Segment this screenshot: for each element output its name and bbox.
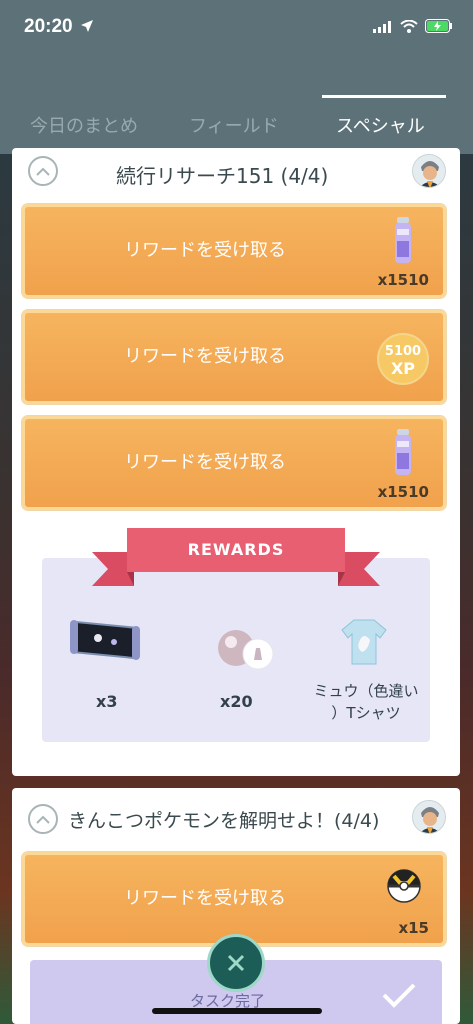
- app-header: 今日のまとめ フィールド スペシャル: [0, 56, 473, 154]
- tab-field[interactable]: フィールド: [189, 112, 279, 138]
- reward-quantity: x15: [398, 919, 429, 937]
- professor-avatar: [412, 154, 446, 188]
- reward-item-quantity: x3: [96, 692, 118, 711]
- claim-reward-label: リワードを受け取る: [124, 888, 286, 909]
- professor-avatar: [412, 800, 446, 834]
- signal-icon: [373, 18, 393, 37]
- card-title: 続行リサーチ151 (4/4): [116, 164, 329, 188]
- checkmark-icon: [382, 982, 416, 1012]
- battery-charging-icon: [425, 18, 453, 37]
- pokeball-icon: [216, 626, 278, 676]
- status-bar: 20:20: [0, 0, 473, 56]
- reward-item-name: ミュウ（色違い: [313, 682, 419, 700]
- close-icon: [227, 954, 245, 972]
- tab-label: フィールド: [189, 116, 279, 137]
- tshirt-icon: [340, 616, 388, 670]
- reward-quantity: x1510: [377, 483, 429, 501]
- xp-value: 5100: [384, 344, 422, 359]
- claim-reward-label: リワードを受け取る: [124, 452, 286, 473]
- ultraball-icon: [387, 869, 421, 907]
- reward-item-name: ）Tシャツ: [331, 704, 401, 722]
- card-header: 続行リサーチ151 (4/4): [12, 148, 460, 196]
- clock: 20:20: [24, 16, 73, 37]
- claim-reward-button[interactable]: リワードを受け取る x1510: [22, 204, 446, 298]
- reward-quantity: x1510: [377, 271, 429, 289]
- claim-reward-label: リワードを受け取る: [124, 240, 286, 261]
- star-piece-map-icon: [68, 618, 144, 666]
- claim-reward-button[interactable]: リワードを受け取る x15: [22, 852, 446, 946]
- collapse-button[interactable]: [28, 156, 58, 186]
- xp-label: XP: [390, 359, 416, 378]
- tab-today-summary[interactable]: 今日のまとめ: [30, 112, 138, 138]
- tab-label: 今日のまとめ: [30, 116, 138, 137]
- home-indicator[interactable]: [152, 1008, 322, 1014]
- collapse-button[interactable]: [28, 804, 58, 834]
- chevron-up-icon: [36, 815, 50, 824]
- claim-reward-button[interactable]: リワードを受け取る 5100 XP: [22, 310, 446, 404]
- card-header: きんこつポケモンを解明せよ！(4/4): [12, 788, 460, 836]
- tab-special[interactable]: スペシャル: [336, 112, 425, 138]
- potion-icon: [393, 429, 413, 481]
- close-button[interactable]: [207, 934, 265, 992]
- tab-label: スペシャル: [336, 116, 425, 137]
- claim-reward-button[interactable]: リワードを受け取る x1510: [22, 416, 446, 510]
- wifi-icon: [400, 18, 418, 37]
- rewards-ribbon: REWARDS: [92, 528, 380, 588]
- xp-icon: 5100 XP: [377, 333, 429, 385]
- location-arrow-icon: [80, 18, 94, 37]
- research-card-continued: 続行リサーチ151 (4/4) リワードを受け取る x1510 リワードを受け取…: [12, 148, 460, 776]
- chevron-up-icon: [36, 167, 50, 176]
- potion-icon: [393, 217, 413, 269]
- card-title: きんこつポケモンを解明せよ！(4/4): [68, 810, 380, 832]
- rewards-banner: REWARDS: [127, 528, 345, 572]
- reward-item-quantity: x20: [220, 692, 253, 711]
- active-tab-indicator: [322, 95, 446, 98]
- claim-reward-label: リワードを受け取る: [124, 346, 286, 367]
